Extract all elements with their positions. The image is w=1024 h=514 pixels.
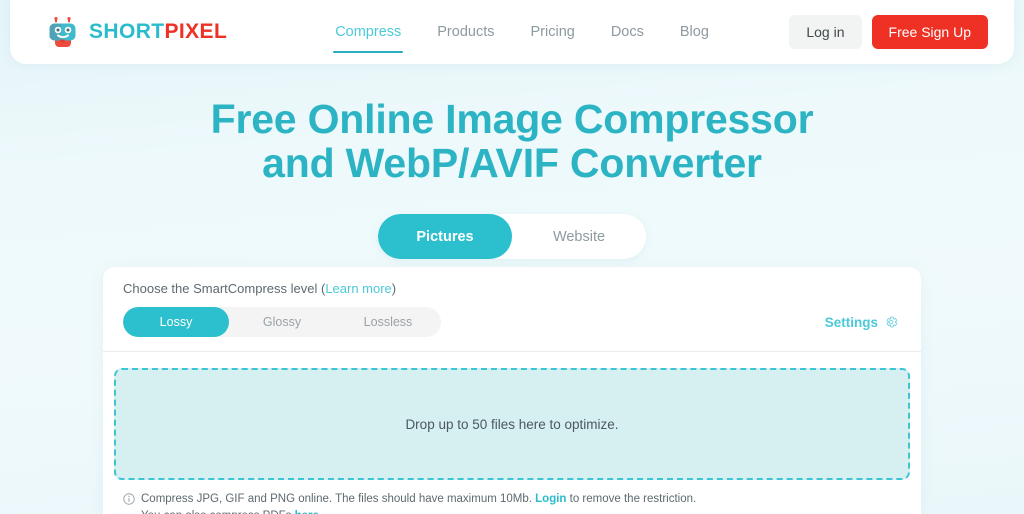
header-inner: SHORTPIXEL Compress Products Pricing Doc… <box>10 0 1014 64</box>
header-bar: SHORTPIXEL Compress Products Pricing Doc… <box>0 0 1024 64</box>
tab-website[interactable]: Website <box>512 214 646 259</box>
gear-icon <box>886 316 898 328</box>
footnote-part-2: to remove the restriction. <box>566 493 697 505</box>
brand-text: SHORTPIXEL <box>89 20 227 44</box>
learn-more-link[interactable]: Learn more <box>325 281 391 296</box>
free-signup-button[interactable]: Free Sign Up <box>871 15 988 49</box>
compression-level-selector: Lossy Glossy Lossless <box>123 307 441 337</box>
level-option-lossy[interactable]: Lossy <box>123 307 229 337</box>
footnote: Compress JPG, GIF and PNG online. The fi… <box>114 491 910 514</box>
brand-text-pixel: PIXEL <box>164 20 228 43</box>
page-title: Free Online Image Compressor and WebP/AV… <box>0 97 1024 186</box>
main-navigation: Compress Products Pricing Docs Blog <box>333 0 709 64</box>
smartcompress-label-prefix: Choose the SmartCompress level ( <box>123 281 326 296</box>
file-dropzone[interactable]: Drop up to 50 files here to optimize. <box>114 368 910 480</box>
nav-item-compress[interactable]: Compress <box>333 19 404 53</box>
info-icon <box>123 493 135 505</box>
nav-item-pricing[interactable]: Pricing <box>531 19 575 46</box>
footnote-part-3: You can also compress PDFs <box>141 510 295 514</box>
brand-text-short: SHORT <box>89 20 165 43</box>
footnote-part-4: . <box>319 510 322 514</box>
login-button[interactable]: Log in <box>789 15 862 49</box>
level-option-glossy[interactable]: Glossy <box>229 307 335 337</box>
controls-row: Lossy Glossy Lossless Settings <box>114 307 910 337</box>
settings-button[interactable]: Settings <box>825 314 899 330</box>
shortpixel-robot-logo-icon <box>49 17 76 47</box>
nav-item-products[interactable]: Products <box>437 19 494 46</box>
brand-logo[interactable]: SHORTPIXEL <box>46 15 227 49</box>
card-divider <box>103 351 921 352</box>
smartcompress-label-suffix: ) <box>391 281 397 296</box>
auth-actions: Log in Free Sign Up <box>789 15 988 49</box>
page-title-line-1: Free Online Image Compressor <box>210 96 814 142</box>
page-title-line-2: and WebP/AVIF Converter <box>262 140 762 187</box>
login-link[interactable]: Login <box>535 493 566 505</box>
level-option-lossless[interactable]: Lossless <box>335 307 441 337</box>
nav-item-docs[interactable]: Docs <box>611 19 644 46</box>
smartcompress-label: Choose the SmartCompress level (Learn mo… <box>114 281 910 296</box>
card-controls: Choose the SmartCompress level (Learn mo… <box>103 267 921 352</box>
pdf-here-link[interactable]: here <box>295 510 319 514</box>
footnote-part-1: Compress JPG, GIF and PNG online. The fi… <box>141 493 536 505</box>
dropzone-label: Drop up to 50 files here to optimize. <box>405 416 619 432</box>
compress-card: Choose the SmartCompress level (Learn mo… <box>103 267 921 514</box>
nav-item-blog[interactable]: Blog <box>680 19 709 46</box>
mode-toggle: Pictures Website <box>378 214 646 259</box>
footnote-text: Compress JPG, GIF and PNG online. The fi… <box>141 491 696 514</box>
settings-label: Settings <box>824 314 878 330</box>
tab-pictures[interactable]: Pictures <box>378 214 512 259</box>
